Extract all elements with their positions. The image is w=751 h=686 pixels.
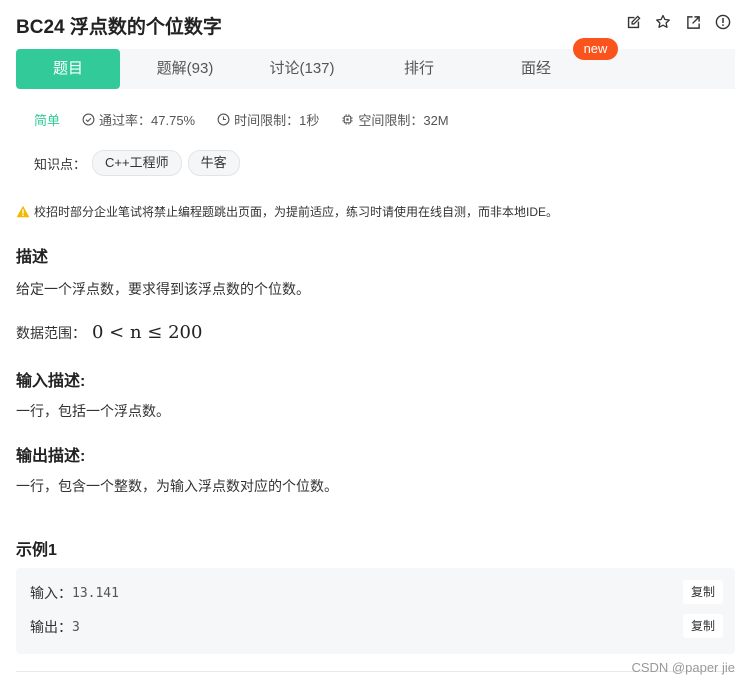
- exam-notice: 校招时部分企业笔试将禁止编程题跳出页面，为提前适应，练习时请使用在线自测，而非本…: [16, 203, 558, 220]
- time-limit: 时间限制：1秒: [217, 110, 319, 129]
- example-heading: 示例1: [16, 542, 57, 559]
- input-desc-text: 一行，包括一个浮点数。: [16, 403, 170, 419]
- tag-cpp-engineer[interactable]: C++工程师: [92, 150, 182, 176]
- data-range: 数据范围： 0 < n ≤ 200: [16, 322, 202, 343]
- description-heading: 描述: [16, 249, 49, 266]
- space-limit-text: 空间限制：32M: [358, 113, 449, 128]
- space-limit: 空间限制：32M: [341, 110, 449, 129]
- tag-nowcoder[interactable]: 牛客: [187, 150, 240, 176]
- title-actions: [625, 14, 731, 30]
- pass-rate: 通过率：47.75%: [82, 110, 195, 129]
- problem-meta: 简单 通过率：47.75% 时间限制：1秒 空间限制：32M: [34, 110, 471, 129]
- output-desc-text: 一行，包含一个整数，为输入浮点数对应的个位数。: [16, 478, 338, 494]
- check-circle-icon: [82, 113, 95, 126]
- knowledge-points: 知识点： C++工程师 牛客: [34, 150, 240, 176]
- example-output-row: 输出： 3: [30, 617, 80, 637]
- page-title: BC24 浮点数的个位数字: [16, 17, 222, 38]
- clock-icon: [217, 113, 230, 126]
- range-label: 数据范围：: [16, 325, 86, 341]
- example-box: 输入： 13.141 复制 输出： 3 复制: [16, 568, 735, 654]
- example-input-value[interactable]: 13.141: [72, 586, 119, 601]
- divider: [16, 671, 735, 672]
- notice-text: 校招时部分企业笔试将禁止编程题跳出页面，为提前适应，练习时请使用在线自测，而非本…: [34, 205, 559, 219]
- tab-discussion[interactable]: 讨论(137): [250, 49, 354, 89]
- description-text: 给定一个浮点数，要求得到该浮点数的个位数。: [16, 281, 310, 297]
- example-input-label: 输入：: [30, 585, 72, 601]
- input-desc-heading: 输入描述:: [16, 373, 86, 390]
- time-limit-text: 时间限制：1秒: [234, 113, 320, 128]
- difficulty-label: 简单: [34, 113, 61, 128]
- watermark: CSDN @paper jie: [631, 660, 735, 675]
- tab-interview[interactable]: 面经: [484, 49, 588, 89]
- edit-icon[interactable]: [625, 14, 641, 30]
- tab-ranking[interactable]: 排行: [367, 49, 471, 89]
- share-icon[interactable]: [685, 14, 701, 30]
- copy-output-button[interactable]: 复制: [683, 614, 723, 638]
- title-row: BC24 浮点数的个位数字: [16, 10, 735, 40]
- problem-page: BC24 浮点数的个位数字 题目 题解(93) 讨论(137) 排行 面经 ne…: [0, 0, 751, 686]
- output-desc-heading: 输出描述:: [16, 448, 86, 465]
- example-output-label: 输出：: [30, 619, 72, 635]
- tab-solutions[interactable]: 题解(93): [133, 49, 237, 89]
- pass-rate-text: 通过率：47.75%: [99, 113, 196, 128]
- report-icon[interactable]: [715, 14, 731, 30]
- star-icon[interactable]: [655, 14, 671, 30]
- new-badge: new: [573, 38, 618, 60]
- knowledge-label: 知识点：: [34, 156, 87, 172]
- tab-problem[interactable]: 题目: [16, 49, 120, 89]
- example-input-row: 输入： 13.141: [30, 583, 119, 603]
- copy-input-button[interactable]: 复制: [683, 580, 723, 604]
- range-formula: 0 < n ≤ 200: [92, 322, 203, 343]
- example-output-value[interactable]: 3: [72, 620, 80, 635]
- warning-icon: [16, 205, 30, 218]
- chip-icon: [342, 114, 353, 125]
- tab-bar: 题目 题解(93) 讨论(137) 排行 面经: [16, 49, 735, 89]
